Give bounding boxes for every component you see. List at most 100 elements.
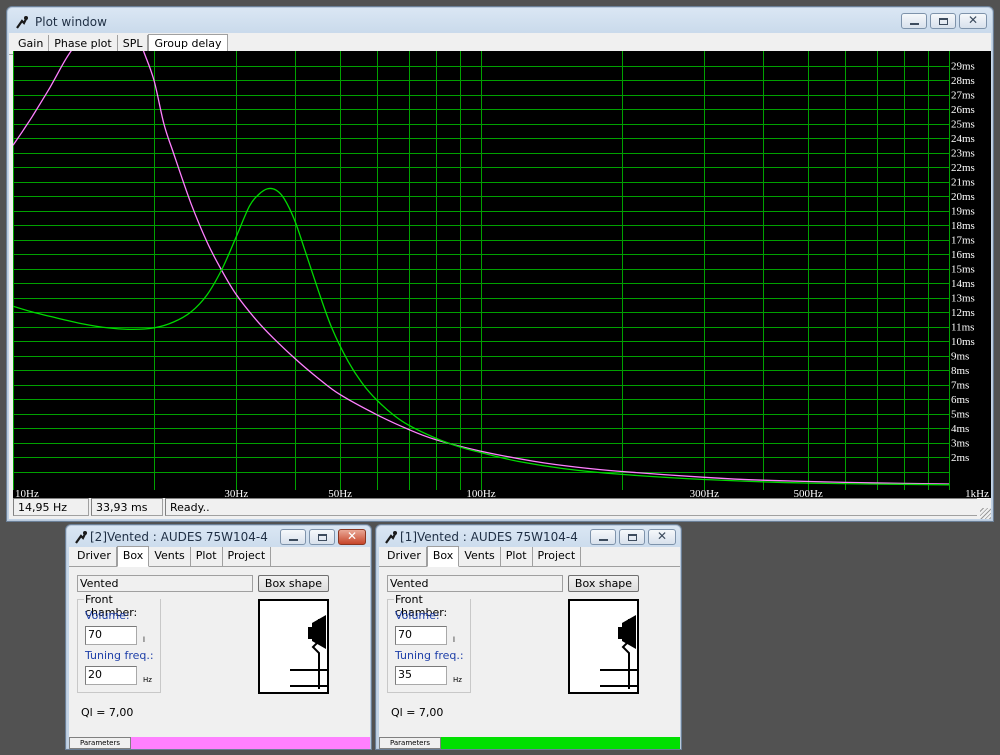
y-tick-label: 18ms (951, 220, 975, 232)
tuning-freq-unit: Hz (143, 676, 152, 684)
grid (13, 51, 950, 490)
status-delay: 33,93 ms (91, 498, 163, 516)
resize-grip[interactable] (980, 508, 991, 519)
volume-input[interactable]: 70 (395, 626, 447, 645)
y-tick-label: 9ms (951, 351, 969, 363)
minimize-button[interactable] (280, 529, 306, 545)
vented-window-1[interactable]: [1]Vented : AUDES 75W104-4 ✕ Driver Box … (375, 524, 682, 750)
vented-window-2[interactable]: [2]Vented : AUDES 75W104-4 ✕ Driver Box … (65, 524, 372, 750)
front-chamber-group: Front chamber: Volume: 70 l Tuning freq.… (77, 593, 161, 693)
y-tick-label: 21ms (951, 177, 975, 189)
x-tick-label: 1kHz (965, 488, 989, 498)
y-tick-label: 11ms (951, 322, 974, 334)
box-type-field[interactable]: Vented (387, 575, 563, 592)
close-icon: ✕ (967, 13, 979, 27)
maximize-icon (628, 534, 637, 541)
y-tick-label: 27ms (951, 90, 975, 102)
minimize-icon (910, 23, 919, 25)
box-shape-button[interactable]: Box shape (258, 575, 329, 592)
x-tick-label: 50Hz (328, 488, 352, 498)
y-tick-label: 26ms (951, 104, 975, 116)
box-shape-button[interactable]: Box shape (568, 575, 639, 592)
app-icon (385, 531, 397, 544)
plot-window-title: Plot window (35, 15, 107, 29)
y-tick-label: 19ms (951, 206, 975, 218)
curve-color-swatch (441, 737, 680, 749)
volume-label: Volume: (85, 609, 130, 622)
group-delay-plot[interactable]: 2ms 3ms 4ms 5ms 6ms 7ms 8ms 9ms 10ms 11ms 12ms 13ms… (13, 51, 991, 498)
speaker-box-icon (290, 615, 327, 689)
vented-window-2-client: Driver Box Vents Plot Project Vented Box… (69, 546, 370, 749)
status-message: Ready.. (165, 498, 977, 516)
tab-plot[interactable]: Plot (191, 547, 223, 566)
tuning-freq-label: Tuning freq.: (85, 649, 154, 662)
minimize-button[interactable] (901, 13, 927, 29)
y-tick-label: 10ms (951, 336, 975, 348)
maximize-button[interactable] (930, 13, 956, 29)
y-tick-label: 2ms (951, 452, 969, 464)
y-tick-label: 14ms (951, 278, 975, 290)
vented-window-1-tabs: Driver Box Vents Plot Project (379, 546, 680, 567)
volume-unit: l (453, 636, 455, 644)
tuning-freq-label: Tuning freq.: (395, 649, 464, 662)
close-button[interactable]: ✕ (338, 529, 366, 545)
x-tick-label: 300Hz (690, 488, 719, 498)
tab-driver[interactable]: Driver (382, 547, 427, 566)
y-tick-label: 24ms (951, 133, 975, 145)
vented-window-2-tabs: Driver Box Vents Plot Project (69, 546, 370, 567)
maximize-icon (318, 534, 327, 541)
close-button[interactable]: ✕ (648, 529, 676, 545)
box-type-field[interactable]: Vented (77, 575, 253, 592)
maximize-button[interactable] (309, 529, 335, 545)
tab-box[interactable]: Box (116, 546, 150, 567)
vented-window-1-titlebar[interactable]: [1]Vented : AUDES 75W104-4 ✕ (376, 525, 681, 549)
close-icon: ✕ (656, 529, 668, 543)
x-tick-label: 500Hz (793, 488, 822, 498)
x-tick-label: 10Hz (15, 488, 39, 498)
close-button[interactable]: ✕ (959, 13, 987, 29)
close-icon: ✕ (346, 529, 358, 543)
y-tick-label: 29ms (951, 61, 975, 73)
y-tick-label: 16ms (951, 249, 975, 261)
y-tick-label: 28ms (951, 75, 975, 87)
tab-vents[interactable]: Vents (149, 547, 191, 566)
y-tick-label: 17ms (951, 235, 975, 247)
tab-project[interactable]: Project (223, 547, 272, 566)
group-delay-chart[interactable]: 2ms 3ms 4ms 5ms 6ms 7ms 8ms 9ms 10ms 11ms 12ms 13ms… (13, 51, 991, 498)
ql-value: Ql = 7,00 (391, 706, 444, 719)
status-bar: 14,95 Hz 33,93 ms Ready.. (13, 498, 991, 517)
tuning-freq-input[interactable]: 35 (395, 666, 447, 685)
tuning-freq-input[interactable]: 20 (85, 666, 137, 685)
y-tick-labels: 2ms 3ms 4ms 5ms 6ms 7ms 8ms 9ms 10ms 11ms 12ms 13ms… (951, 61, 975, 465)
y-tick-label: 12ms (951, 307, 975, 319)
volume-label: Volume: (395, 609, 440, 622)
y-tick-label: 15ms (951, 264, 975, 276)
curve-color-swatch (131, 737, 370, 749)
y-tick-label: 6ms (951, 394, 969, 406)
vented-window-2-title: [2]Vented : AUDES 75W104-4 (90, 530, 268, 544)
maximize-icon (939, 18, 948, 25)
minimize-button[interactable] (590, 529, 616, 545)
y-tick-label: 3ms (951, 438, 969, 450)
volume-input[interactable]: 70 (85, 626, 137, 645)
parameters-bar[interactable]: Parameters (69, 737, 370, 749)
tab-plot[interactable]: Plot (501, 547, 533, 566)
y-tick-label: 7ms (951, 380, 969, 392)
x-tick-labels: 10Hz 30Hz 50Hz 100Hz 300Hz 500Hz 1kHz (15, 488, 989, 498)
plot-window[interactable]: Plot window ✕ Gain Phase plot SPL Group … (6, 6, 994, 522)
tuning-freq-unit: Hz (453, 676, 462, 684)
tab-project[interactable]: Project (533, 547, 582, 566)
tab-box[interactable]: Box (426, 546, 460, 567)
volume-unit: l (143, 636, 145, 644)
tab-vents[interactable]: Vents (459, 547, 501, 566)
minimize-icon (599, 539, 608, 541)
tab-driver[interactable]: Driver (72, 547, 117, 566)
parameters-bar[interactable]: Parameters (379, 737, 680, 749)
app-icon (75, 531, 87, 544)
parameters-label: Parameters (69, 737, 131, 749)
speaker-box-icon (600, 615, 637, 689)
maximize-button[interactable] (619, 529, 645, 545)
vented-window-2-titlebar[interactable]: [2]Vented : AUDES 75W104-4 ✕ (66, 525, 371, 549)
y-tick-label: 8ms (951, 365, 969, 377)
vented-window-1-title: [1]Vented : AUDES 75W104-4 (400, 530, 578, 544)
